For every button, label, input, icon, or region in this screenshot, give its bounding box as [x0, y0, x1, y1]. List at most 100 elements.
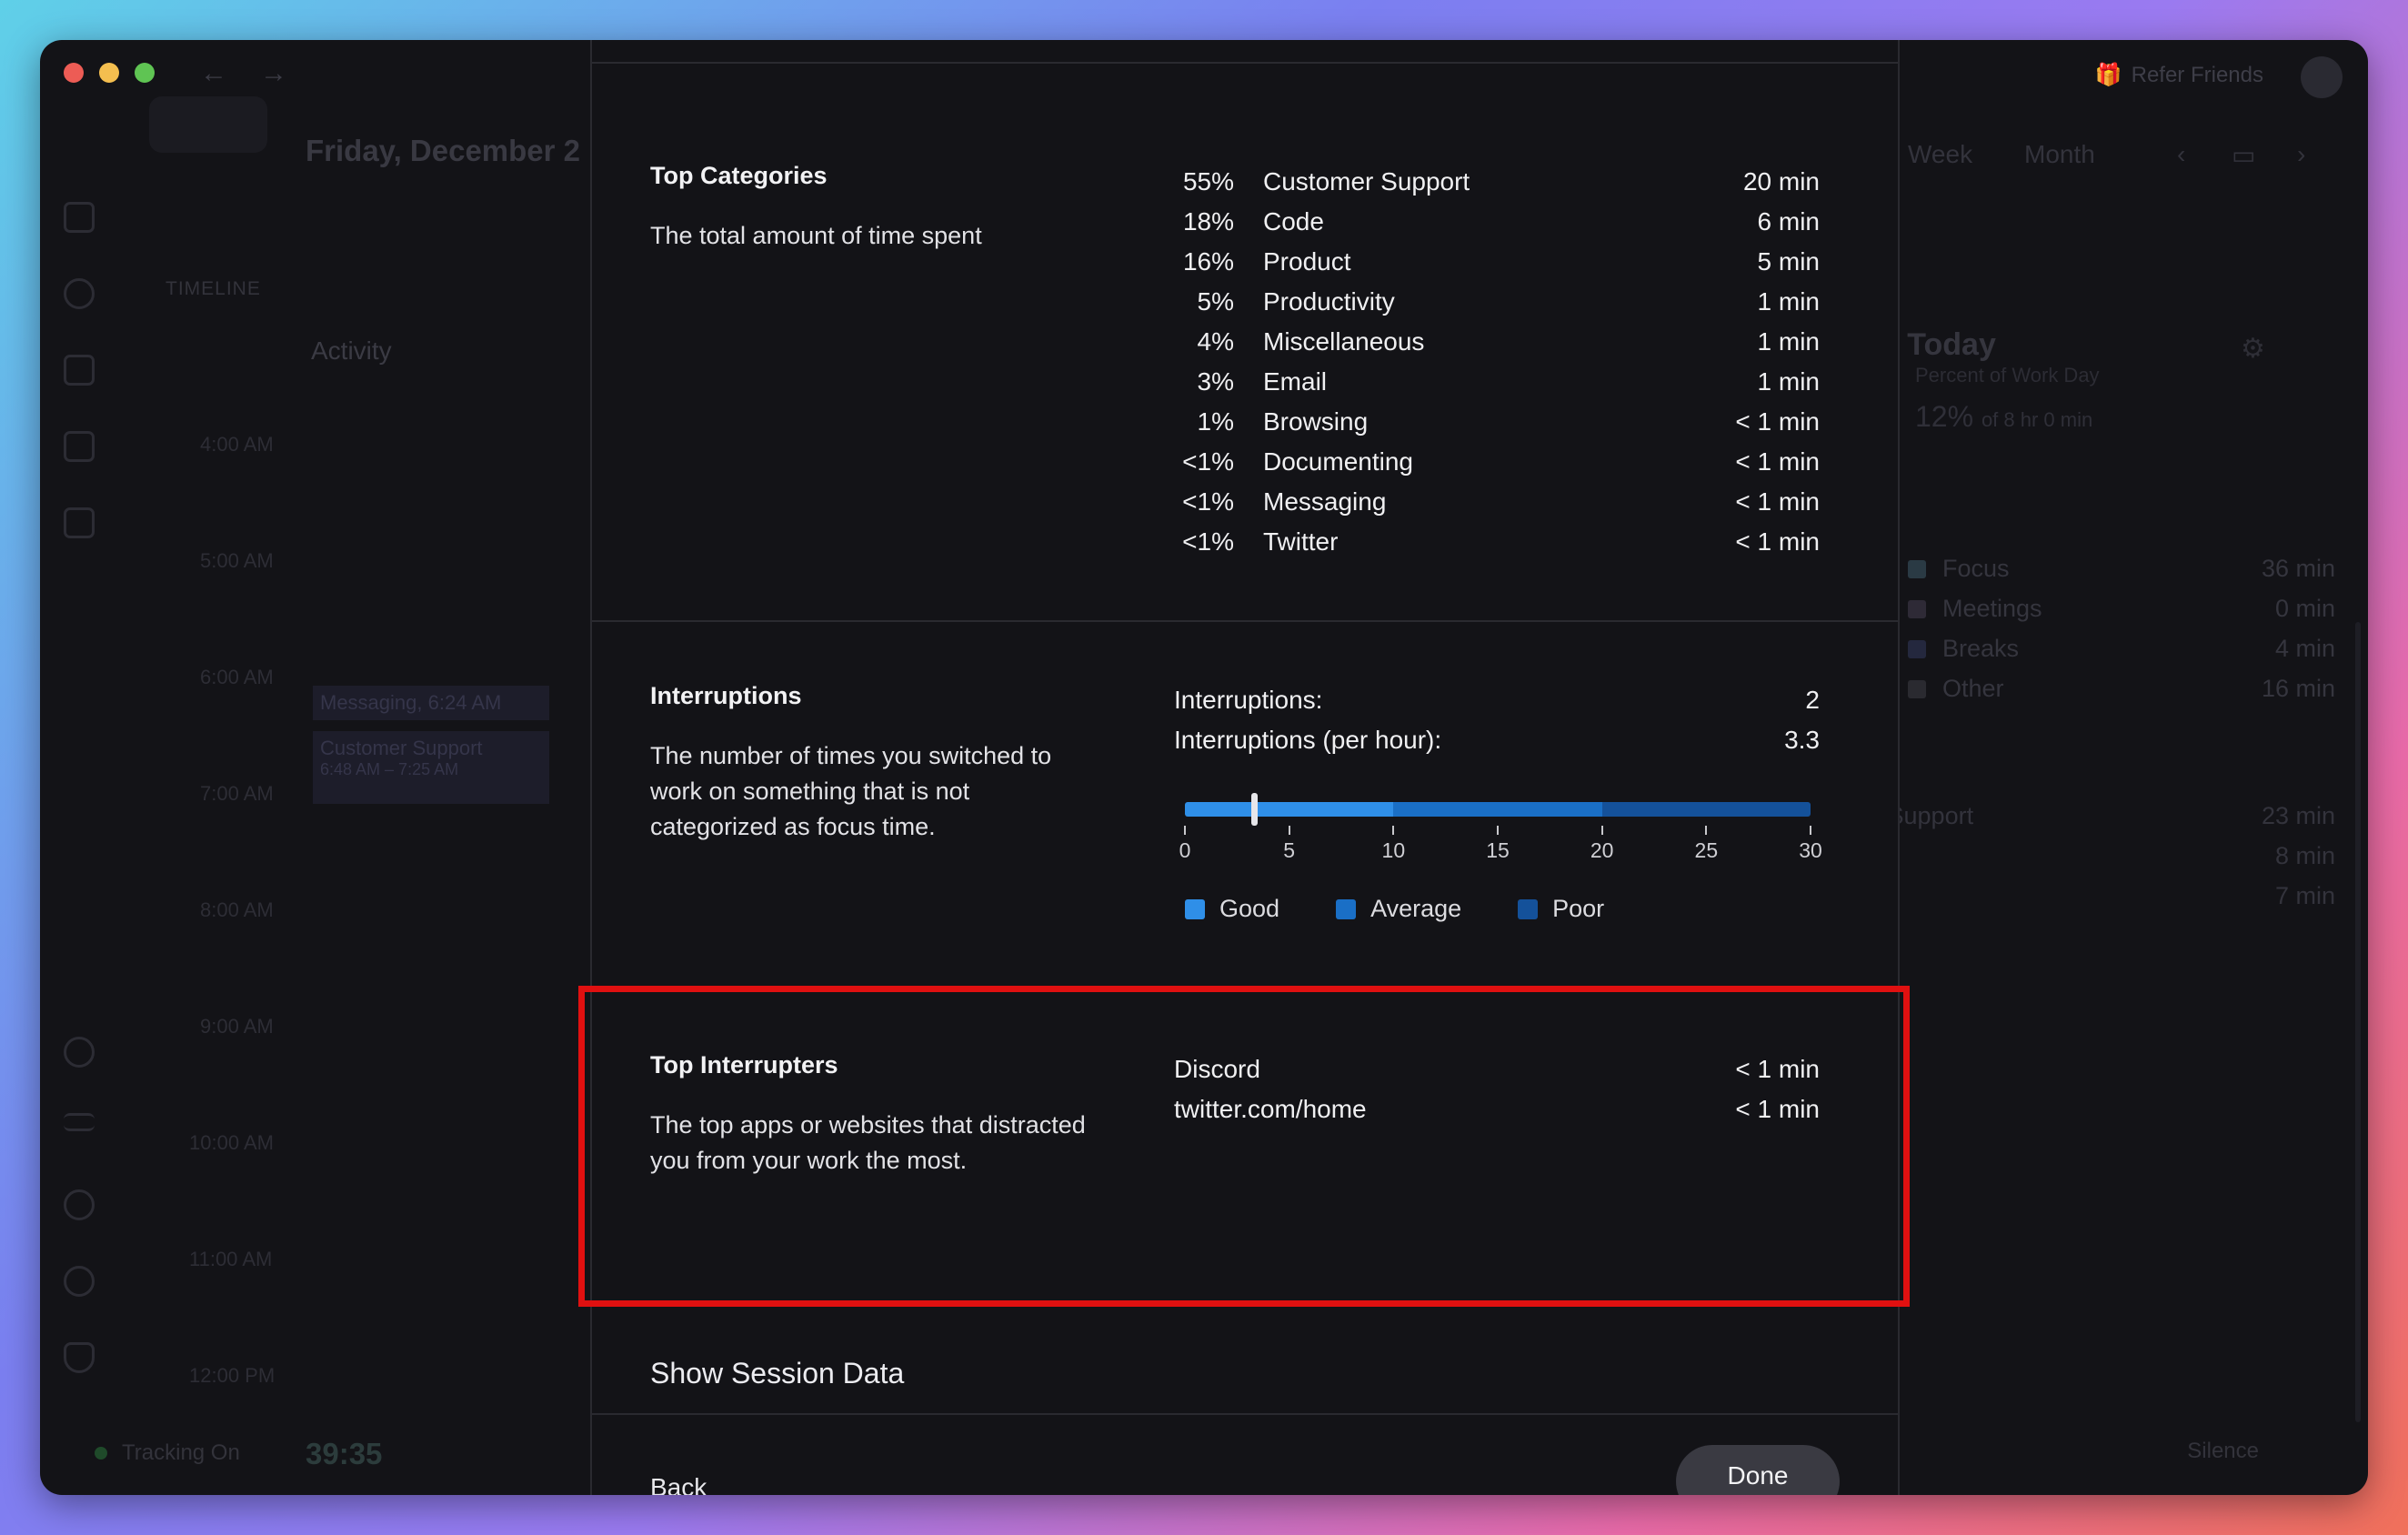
block-label: Customer Support	[320, 737, 483, 759]
divider	[592, 1413, 1898, 1415]
refer-friends-label: Refer Friends	[2131, 62, 2263, 87]
checkbox-icon[interactable]	[64, 507, 95, 538]
legend-item-average: Average	[1336, 895, 1461, 923]
hour-label: 8:00 AM	[200, 898, 274, 921]
timeline-label: TIMELINE	[166, 278, 261, 299]
block-label: Messaging, 6:24 AM	[320, 691, 502, 714]
timeline-block[interactable]: Customer Support 6:48 AM – 7:25 AM	[313, 731, 549, 804]
calendar-icon[interactable]: ▭	[2232, 140, 2255, 170]
scale-poor-segment	[1601, 802, 1811, 817]
scrollbar[interactable]	[2355, 622, 2361, 1422]
scale-tick	[1810, 826, 1811, 835]
top-categories-description: The total amount of time spent	[650, 222, 982, 249]
folder-icon[interactable]	[64, 355, 95, 386]
shield-icon[interactable]	[64, 1342, 95, 1373]
avatar[interactable]	[2301, 56, 2343, 98]
category-row: 1% Browsing < 1 min	[1197, 407, 1820, 436]
category-row: <1% Twitter < 1 min	[1182, 527, 1820, 556]
back-arrow-icon[interactable]: ←	[200, 58, 227, 89]
pie-chart-icon[interactable]	[64, 278, 95, 309]
refer-friends-button[interactable]: 🎁 Refer Friends	[2095, 62, 2263, 88]
scale-tick-label: 10	[1381, 838, 1406, 862]
scale-tick-label: 25	[1694, 838, 1719, 862]
chevron-left-icon[interactable]: ‹	[2177, 140, 2185, 169]
session-summary-sheet: Top Categories The total amount of time …	[590, 40, 1900, 1495]
tracking-status[interactable]: Tracking On	[95, 1440, 240, 1466]
category-row: ng8 min	[1859, 842, 2335, 869]
percent-value: 12% of 8 hr 0 min	[1915, 400, 2093, 433]
home-icon[interactable]	[64, 202, 95, 233]
scale-tick	[1705, 826, 1708, 835]
back-button[interactable]: Back	[650, 1473, 707, 1495]
app-window: ← → 🎁 Refer Friends Friday, December 2 T…	[40, 40, 2368, 1495]
hour-label: 11:00 AM	[189, 1248, 273, 1270]
legend-swatch	[1518, 898, 1539, 919]
focus-timer[interactable]: 39:35	[306, 1437, 382, 1471]
scale-tick-label: 30	[1799, 838, 1822, 862]
zoom-window-button[interactable]	[135, 63, 155, 83]
legend-row: Other 16 min	[1908, 675, 2335, 703]
category-row: 55% Customer Support 20 min	[1182, 167, 1820, 196]
hour-label: 9:00 AM	[200, 1015, 274, 1038]
silence-button[interactable]: Silence	[2187, 1439, 2259, 1464]
percent-label: Percent of Work Day	[1915, 364, 2100, 386]
legend-swatch	[1185, 898, 1205, 919]
done-button[interactable]: Done	[1676, 1445, 1840, 1495]
date-title: Friday, December 2	[306, 134, 581, 167]
scale-tick	[1392, 826, 1395, 835]
tab-month[interactable]: Month	[2024, 140, 2095, 169]
gear-icon[interactable]: ⚙	[2241, 333, 2265, 365]
close-window-button[interactable]	[64, 63, 84, 83]
top-categories-title: Top Categories	[650, 162, 828, 189]
legend-swatch	[1336, 898, 1357, 919]
chevron-right-icon[interactable]: ›	[2297, 140, 2305, 169]
scale-tick-label: 20	[1590, 838, 1614, 862]
scale-tick	[1184, 826, 1186, 835]
scale-average-segment	[1393, 802, 1602, 817]
hour-label: 12:00 PM	[189, 1364, 276, 1387]
sidebar-rail	[40, 122, 118, 1495]
interruptions-title: Interruptions	[650, 682, 802, 709]
category-row: <1% Documenting < 1 min	[1182, 447, 1820, 476]
divider	[592, 62, 1898, 64]
hour-label: 7:00 AM	[200, 782, 274, 805]
show-session-data-button[interactable]: Show Session Data	[650, 1357, 904, 1390]
hour-label: 5:00 AM	[200, 549, 274, 572]
interrupter-row: twitter.com/home < 1 min	[1174, 1095, 1820, 1123]
clock-icon[interactable]	[64, 1037, 95, 1068]
hour-label: 10:00 AM	[189, 1131, 274, 1154]
scale-tick	[1497, 826, 1499, 835]
scale-tick-label: 15	[1486, 838, 1510, 862]
minimize-window-button[interactable]	[99, 63, 119, 83]
category-row: er Support 23 min	[1859, 802, 2335, 829]
scale-tick	[1600, 826, 1603, 835]
interruptions-count-row: Interruptions: 2	[1174, 686, 1820, 714]
help-icon[interactable]	[64, 1189, 95, 1220]
forward-arrow-icon[interactable]: →	[260, 58, 287, 89]
gift-icon: 🎁	[2094, 63, 2122, 87]
status-dot	[95, 1447, 107, 1460]
top-interrupters-title: Top Interrupters	[650, 1051, 838, 1079]
legend-row: Focus 36 min	[1908, 555, 2335, 583]
calendar-icon[interactable]	[64, 431, 95, 462]
list-icon[interactable]	[64, 1113, 95, 1131]
scale-tick-label: 5	[1283, 838, 1296, 862]
hour-label: 6:00 AM	[200, 666, 274, 688]
legend-item-poor: Poor	[1518, 895, 1604, 923]
interruptions-marker	[1250, 793, 1258, 826]
scale-tick-label: 0	[1179, 838, 1191, 862]
category-row: 4% Miscellaneous 1 min	[1197, 327, 1820, 356]
legend-item-good: Good	[1185, 895, 1279, 923]
divider	[592, 620, 1898, 622]
timeline-block[interactable]: Messaging, 6:24 AM	[313, 686, 549, 720]
tab-week[interactable]: Week	[1908, 140, 1972, 169]
gear-icon[interactable]	[64, 1266, 95, 1297]
category-row: 18% Code 6 min	[1182, 207, 1820, 236]
interruptions-scale	[1185, 802, 1811, 817]
interrupter-row: Discord < 1 min	[1174, 1055, 1820, 1083]
category-row: <1% Messaging < 1 min	[1182, 487, 1820, 516]
category-row: 5% Productivity 1 min	[1197, 287, 1820, 316]
block-time: 6:48 AM – 7:25 AM	[320, 760, 459, 778]
top-interrupters-description: The top apps or websites that distracted…	[650, 1111, 1086, 1174]
view-toggle[interactable]	[149, 96, 267, 153]
